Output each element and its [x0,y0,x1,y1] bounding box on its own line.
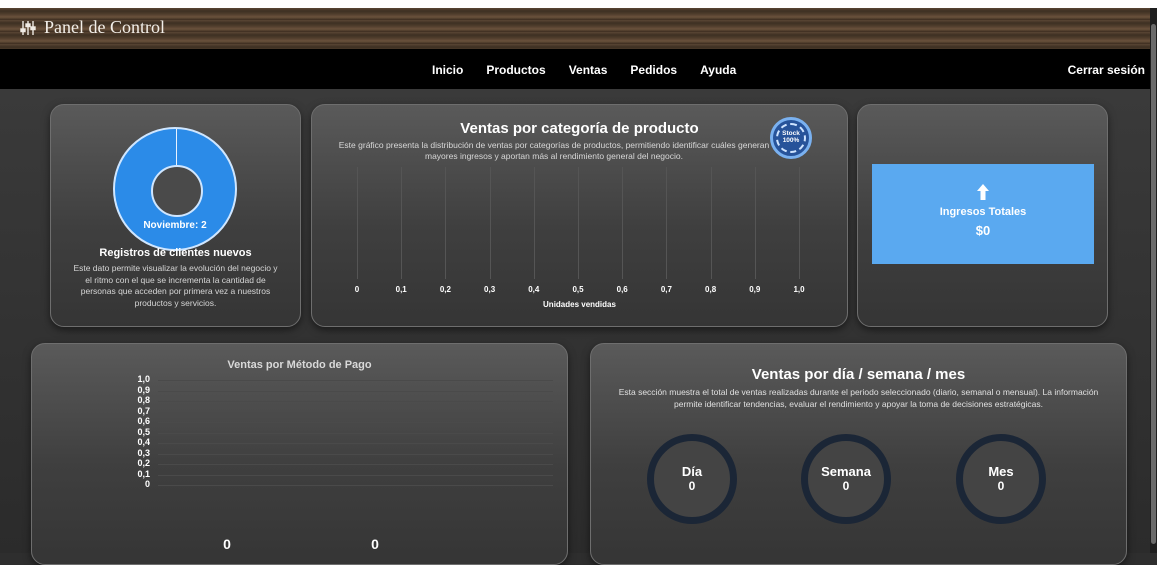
week-counter[interactable]: Semana 0 [801,434,891,524]
category-grid-line [401,167,403,279]
category-x-tick: 0,2 [439,285,451,294]
income-value: $0 [975,223,991,238]
nav-item-ventas[interactable]: Ventas [569,63,608,77]
payment-y-tick: 0,2 [137,458,150,468]
clients-donut-chart: Noviembre: 2 [113,127,237,251]
title-bar: Panel de Control [0,8,1157,49]
category-x-tick: 0,8 [705,285,717,294]
category-x-tick: 0 [354,285,360,294]
payment-y-tick: 0,6 [137,416,150,426]
nav-links: Inicio Productos Ventas Pedidos Ayuda [432,63,736,77]
payment-grid-line [158,443,553,444]
category-grid-line [445,167,447,279]
income-label: Ingresos Totales [939,206,1027,218]
day-value: 0 [688,479,696,493]
payment-grid-line [158,390,553,392]
period-title: Ventas por día / semana / mes [751,366,966,383]
category-x-tick: 0,1 [395,285,407,294]
payment-method-card: Ventas por Método de Pago 1,0 0,9 0,8 0,7 0,… [31,343,568,565]
category-x-tick: 0,4 [528,285,540,294]
payment-grid-line [158,401,553,402]
period-description: Esta sección muestra el total de ventas … [618,387,1099,409]
nav-item-pedidos[interactable]: Pedidos [630,63,677,77]
clients-title: Registros de clientes nuevos [99,247,252,259]
sliders-icon [20,21,36,35]
stock-value: 100% [782,137,800,144]
category-grid-line [666,167,668,279]
scrollbar-thumb[interactable] [1151,24,1156,544]
category-title: Ventas por categoría de producto [460,120,699,137]
payment-grid-line [158,380,553,381]
month-value: 0 [997,479,1005,493]
payment-y-tick: 0,3 [137,447,150,458]
category-grid-line [754,167,756,279]
scrollbar[interactable] [1150,8,1157,553]
week-value: 0 [842,479,850,493]
nav-item-productos[interactable]: Productos [486,63,545,77]
window-top-edge [0,0,1157,8]
payment-grid-line [158,411,553,413]
payment-y-tick: 0,8 [137,395,150,405]
payment-y-tick: 1,0 [137,374,150,384]
category-description: Este gráfico presenta la distribución de… [338,140,770,161]
category-grid-line [489,167,491,279]
clients-description: Este dato permite visualizar la evolució… [73,263,278,308]
nav-item-inicio[interactable]: Inicio [432,63,463,77]
total-income-card: Ingresos Totales $0 [857,104,1108,327]
donut-hole [151,165,203,217]
month-counter[interactable]: Mes 0 [956,434,1046,524]
payment-grid-line [158,422,553,423]
payment-grid-line [158,432,553,434]
payment-bar-value: 0 [223,536,231,552]
stock-badge[interactable]: Stock 100% [770,117,812,159]
day-label: Día [681,464,703,479]
category-grid-line [622,167,624,279]
category-x-tick: 1,0 [793,285,805,294]
category-x-tick: 0,7 [660,285,672,294]
category-x-tick: 0,6 [616,285,628,294]
donut-slice-seam [176,129,177,165]
month-label: Mes [988,464,1014,479]
payment-grid-line [158,453,553,455]
app-title: Panel de Control [44,17,165,37]
category-x-tick: 0,5 [572,285,584,294]
payment-y-tick: 0,4 [137,437,150,447]
stock-text: Stock 100% [773,130,809,144]
logout-link[interactable]: Cerrar sesión [1068,63,1145,77]
income-box: Ingresos Totales $0 [872,164,1094,264]
payment-grid-line [158,464,553,465]
category-sales-card: Ventas por categoría de producto Este gr… [311,104,848,327]
payment-bar-value: 0 [371,536,379,552]
payment-y-tick: 0 [144,479,150,489]
category-grid-line [578,167,579,279]
period-sales-card: Ventas por día / semana / mes Esta secci… [590,343,1127,565]
payment-y-tick: 0,9 [137,384,150,395]
top-nav: Inicio Productos Ventas Pedidos Ayuda Ce… [0,49,1150,89]
week-label: Semana [821,464,871,479]
payment-grid-line [158,474,553,476]
category-x-axis-label: Unidades vendidas [543,300,616,309]
day-counter[interactable]: Día 0 [647,434,737,524]
category-x-tick: 0,9 [749,285,761,294]
category-grid-line [799,167,800,279]
payment-y-tick: 0,1 [137,468,150,479]
category-grid-line [357,167,358,279]
category-grid-line [710,167,712,279]
payment-title: Ventas por Método de Pago [227,359,372,371]
stock-label: Stock [782,130,800,137]
arrow-up-icon [977,184,989,200]
category-x-tick: 0,3 [484,285,496,294]
payment-y-tick: 0,7 [137,405,150,416]
category-grid-line [533,167,535,279]
new-clients-card: Noviembre: 2 Registros de clientes nuevo… [50,104,301,327]
payment-grid-line [158,485,553,486]
donut-label: Noviembre: 2 [143,220,207,231]
nav-item-ayuda[interactable]: Ayuda [700,63,736,77]
payment-y-tick: 0,5 [137,426,150,437]
